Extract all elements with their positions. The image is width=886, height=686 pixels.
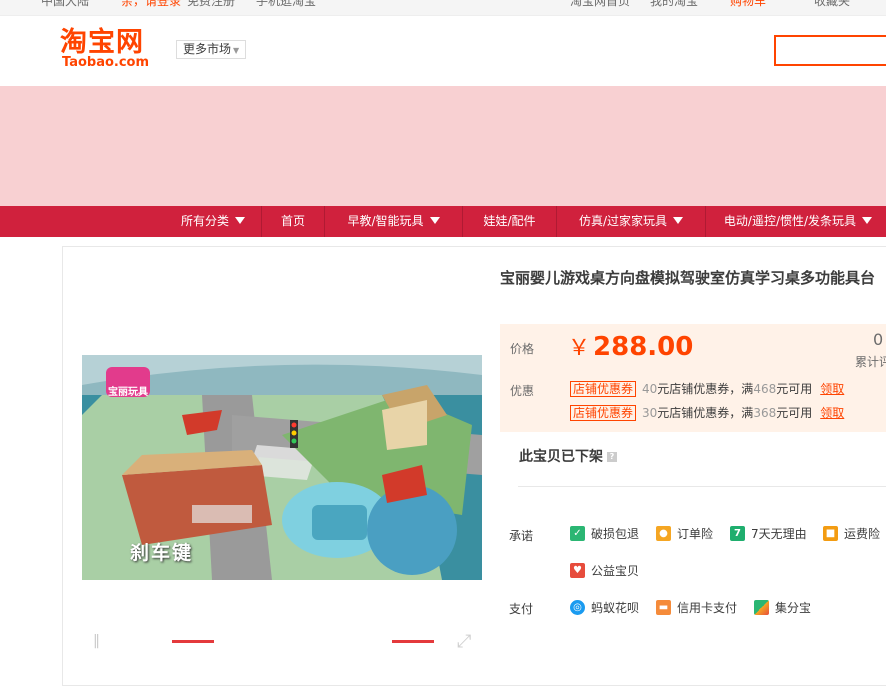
coupon-text-end: 元可用 xyxy=(776,406,813,420)
nav-label: 早教/智能玩具 xyxy=(347,214,424,228)
nav-home[interactable]: 首页 xyxy=(262,206,324,237)
nav-dolls[interactable]: 娃娃/配件 xyxy=(463,206,556,237)
nav-label: 电动/遥控/惯性/发条玩具 xyxy=(723,214,857,228)
claim-coupon-link[interactable]: 领取 xyxy=(820,382,844,396)
promise-text: 公益宝贝 xyxy=(591,564,640,578)
nav-label: 所有分类 xyxy=(180,214,229,228)
coupon-amount: 40 xyxy=(642,382,658,396)
category-nav-bar: 所有分类 首页 早教/智能玩具 娃娃/配件 仿真/过家家玩具 电动/遥控/惯性/… xyxy=(0,206,886,237)
promise-item[interactable]: ♥ 公益宝贝 xyxy=(570,563,639,579)
payment-text: 信用卡支付 xyxy=(677,601,738,615)
coupon-text-end: 元可用 xyxy=(776,382,813,396)
dropdown-arrow-icon xyxy=(862,217,873,224)
coupon-threshold: 468 xyxy=(753,382,777,396)
site-top-nav: 中国大陆 亲，请登录 免费注册 手机逛淘宝 淘宝网首页 我的淘宝 购物车 收藏夹 xyxy=(0,0,886,16)
price-label: 价格 xyxy=(510,342,535,356)
promise-item[interactable]: ● 订单险 xyxy=(656,526,713,542)
promise-text: 订单险 xyxy=(677,527,714,541)
promise-item[interactable]: ■ 运费险 xyxy=(823,526,880,542)
currency-symbol: ￥ xyxy=(568,336,591,361)
divider xyxy=(518,486,886,487)
dropdown-arrow-icon xyxy=(235,217,245,224)
region-selector[interactable]: 中国大陆 xyxy=(41,0,89,9)
payment-text: 集分宝 xyxy=(775,601,812,615)
coupon-tag: 店铺优惠券 xyxy=(570,405,637,421)
promise-item[interactable]: ✓ 破损包退 xyxy=(570,526,639,542)
favorites-link[interactable]: 收藏夹 xyxy=(814,0,850,9)
claim-coupon-link[interactable]: 领取 xyxy=(820,406,844,420)
taobao-home-link[interactable]: 淘宝网首页 xyxy=(570,0,630,9)
nav-early-education[interactable]: 早教/智能玩具 xyxy=(325,206,462,237)
promise-text: 破损包退 xyxy=(591,527,640,541)
coupon-text: 元店铺优惠券，满 xyxy=(657,382,754,396)
expand-icon[interactable]: ⤢ xyxy=(457,632,471,652)
more-markets-dropdown[interactable]: 更多市场 ▼ xyxy=(176,40,246,59)
product-price: ￥ 288.00 xyxy=(568,330,693,366)
image-caption: 刹车键 xyxy=(130,542,194,564)
payment-label: 支付 xyxy=(509,602,534,616)
coupon-amount: 30 xyxy=(642,406,658,420)
register-link[interactable]: 免费注册 xyxy=(187,0,235,9)
chevron-down-icon: ▼ xyxy=(233,46,240,55)
charity-heart-icon: ♥ xyxy=(570,563,585,578)
mobile-taobao-link[interactable]: 手机逛淘宝 xyxy=(256,0,316,9)
shop-banner xyxy=(0,86,886,206)
coupon-tag: 店铺优惠券 xyxy=(570,381,637,397)
product-main-image[interactable]: 宝丽玩具 刹车键 xyxy=(82,355,482,580)
more-markets-label: 更多市场 xyxy=(183,42,232,56)
promo-label: 优惠 xyxy=(510,384,535,398)
product-title: 宝丽婴儿游戏桌方向盘模拟驾驶室仿真学习桌多功能具台 xyxy=(500,269,876,287)
sales-count-label: 累计评 xyxy=(855,355,886,369)
dropdown-arrow-icon xyxy=(673,217,684,224)
coupon-row: 店铺优惠券 30元店铺优惠券，满368元可用 领取 xyxy=(570,404,844,422)
login-link[interactable]: 亲，请登录 xyxy=(121,0,181,9)
coupon-row: 店铺优惠券 40元店铺优惠券，满468元可用 领取 xyxy=(570,380,844,398)
sales-count: 0 xyxy=(873,330,884,349)
nav-label: 首页 xyxy=(280,214,305,228)
promise-text: 运费险 xyxy=(844,527,881,541)
payment-item[interactable]: ▬ 信用卡支付 xyxy=(656,600,737,616)
thumbnail-indicator[interactable] xyxy=(392,640,434,643)
dropdown-arrow-icon xyxy=(429,217,440,224)
help-icon[interactable]: ? xyxy=(607,452,617,462)
cart-link[interactable]: 购物车 xyxy=(730,0,766,9)
offline-status-text: 此宝贝已下架 xyxy=(519,449,603,465)
search-input[interactable] xyxy=(774,35,886,66)
coupon-threshold: 368 xyxy=(753,406,777,420)
nav-pretend-play[interactable]: 仿真/过家家玩具 xyxy=(557,206,705,237)
promise-text: 7天无理由 xyxy=(751,527,807,541)
thumbnail-prev-icon[interactable]: ‖ xyxy=(93,633,100,649)
nav-label: 娃娃/配件 xyxy=(483,214,536,228)
damage-return-icon: ✓ xyxy=(570,526,585,541)
nav-all-categories[interactable]: 所有分类 xyxy=(165,206,261,237)
coupon-text: 元店铺优惠券，满 xyxy=(657,406,754,420)
brand-badge-text: 宝丽玩具 xyxy=(108,387,148,398)
nav-electric-toys[interactable]: 电动/遥控/惯性/发条玩具 xyxy=(706,206,886,237)
seven-day-return-icon: 7 xyxy=(730,526,745,541)
jifenbao-icon xyxy=(754,600,769,615)
payment-item[interactable]: 集分宝 xyxy=(754,600,811,616)
shipping-insurance-icon: ■ xyxy=(823,526,838,541)
my-taobao-link[interactable]: 我的淘宝 xyxy=(650,0,698,9)
thumbnail-indicator[interactable] xyxy=(172,640,214,643)
payment-item[interactable]: ◎ 蚂蚁花呗 xyxy=(570,600,639,616)
taobao-logo-en: Taobao.com xyxy=(62,55,150,70)
offline-status: 此宝贝已下架? xyxy=(519,446,617,466)
promise-item[interactable]: 7 7天无理由 xyxy=(730,526,807,542)
promise-label: 承诺 xyxy=(509,529,534,543)
ant-huabei-icon: ◎ xyxy=(570,600,585,615)
nav-label: 仿真/过家家玩具 xyxy=(578,214,668,228)
price-value: 288.00 xyxy=(593,332,694,362)
payment-text: 蚂蚁花呗 xyxy=(591,601,640,615)
order-insurance-icon: ● xyxy=(656,526,671,541)
credit-card-icon: ▬ xyxy=(656,600,671,615)
